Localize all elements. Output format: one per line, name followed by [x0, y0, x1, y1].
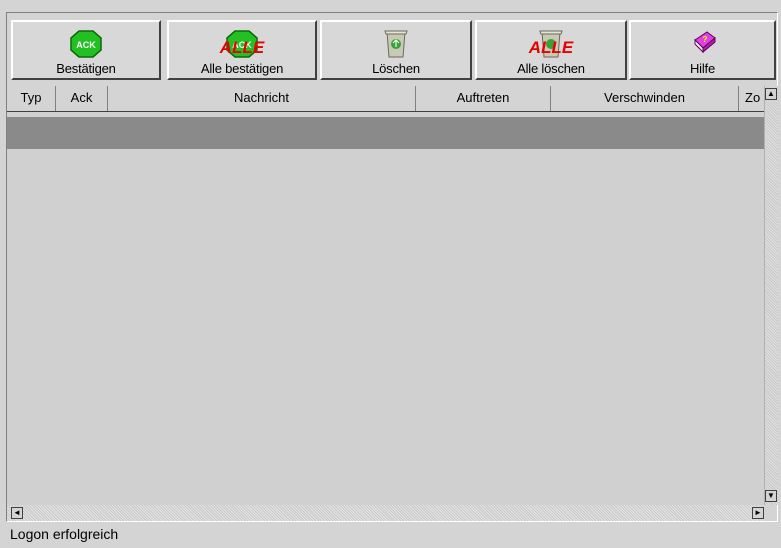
help-button[interactable]: ? Hilfe	[629, 20, 776, 80]
column-header-nachricht[interactable]: Nachricht	[108, 86, 416, 111]
column-header-typ[interactable]: Typ	[7, 86, 56, 111]
delete-all-label: Alle löschen	[517, 61, 585, 76]
svg-text:?: ?	[702, 35, 707, 44]
acknowledge-all-label: Alle bestätigen	[200, 61, 284, 76]
trash-icon	[384, 30, 408, 58]
scroll-down-icon[interactable]: ▼	[765, 490, 777, 502]
column-header-auftreten[interactable]: Auftreten	[416, 86, 551, 111]
message-list[interactable]	[7, 112, 764, 505]
alle-overlay: ALLE	[219, 38, 265, 57]
column-header-ack[interactable]: Ack	[56, 86, 108, 111]
acknowledge-button[interactable]: ACK Bestätigen	[11, 20, 161, 80]
ack-icon-text: ACK	[76, 40, 96, 50]
toolbar: ACK Bestätigen ACK ALLE Alle bestätigen …	[7, 13, 777, 83]
acknowledge-all-button[interactable]: ACK ALLE Alle bestätigen	[167, 20, 317, 80]
status-text: Logon erfolgreich	[10, 526, 119, 542]
alle-overlay: ALLE	[528, 38, 574, 57]
selected-row[interactable]	[7, 117, 764, 149]
help-label: Hilfe	[689, 61, 715, 76]
scroll-left-icon[interactable]: ◄	[11, 507, 23, 519]
table-header: Typ Ack Nachricht Auftreten Verschwinden…	[7, 86, 764, 112]
column-header-verschwinden[interactable]: Verschwinden	[551, 86, 739, 111]
delete-label: Löschen	[372, 61, 420, 76]
vertical-scrollbar[interactable]: ▲ ▼	[764, 86, 778, 505]
delete-button[interactable]: Löschen	[320, 20, 472, 80]
scroll-right-icon[interactable]: ►	[752, 507, 764, 519]
horizontal-scrollbar[interactable]: ◄ ►	[7, 505, 764, 521]
scroll-up-icon[interactable]: ▲	[765, 88, 777, 100]
ack-stop-icon: ACK	[70, 30, 102, 58]
acknowledge-label: Bestätigen	[56, 61, 116, 76]
help-book-icon: ?	[693, 31, 716, 54]
column-header-zo[interactable]: Zo	[739, 86, 764, 111]
delete-all-button[interactable]: ALLE Alle löschen	[475, 20, 627, 80]
